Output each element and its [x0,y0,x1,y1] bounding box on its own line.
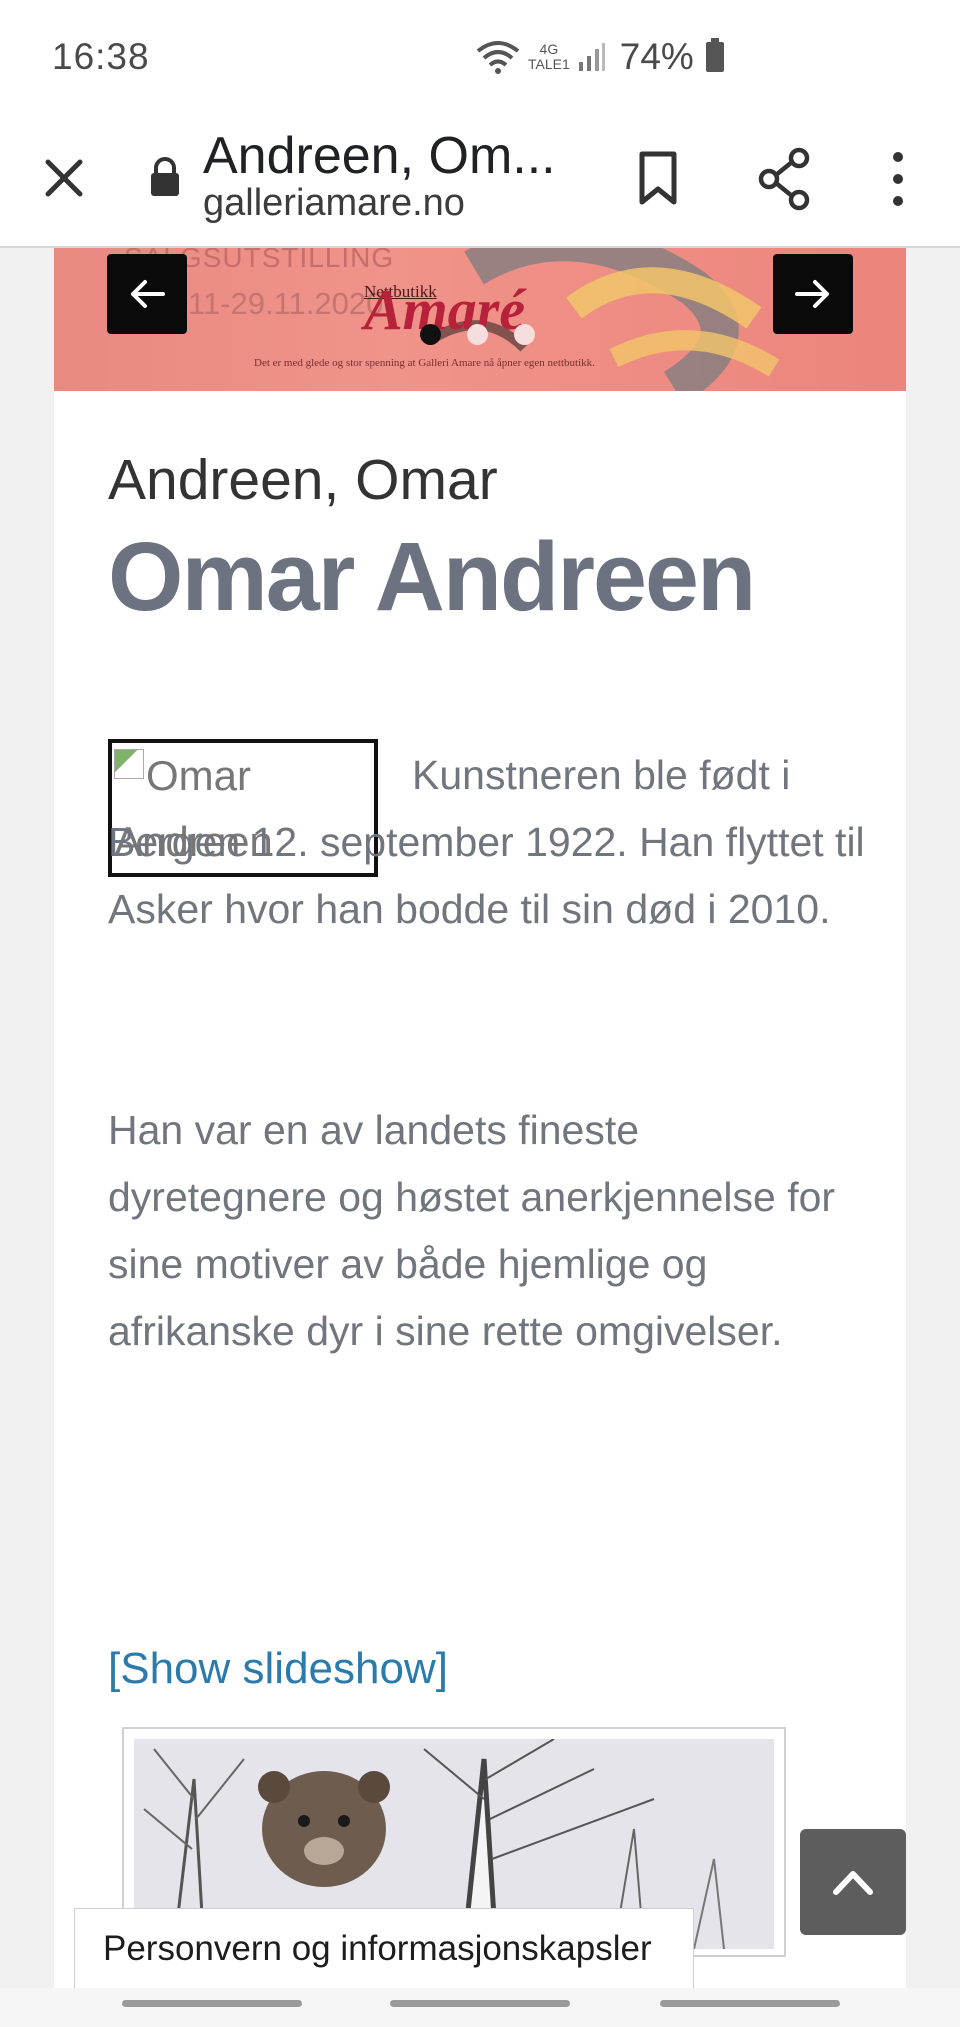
banner-dates: 11-29.11.2020 [188,286,384,321]
article-paragraph: Kunstneren ble født i Bergen 12. septemb… [108,742,868,943]
custom-tab-toolbar: Andreen, Om... galleriamare.no [0,118,960,248]
carrier-label: TALE1 [528,56,570,72]
network-type: 4G TALE1 [528,42,570,72]
carousel-next-button[interactable] [773,254,853,334]
page-url[interactable]: galleriamare.no [203,182,465,225]
banner-tagline: Det er med glede og stor spenning at Gal… [254,357,595,369]
carousel-dots [420,324,535,345]
article-paragraph: Han var en av landets fineste dyretegner… [108,1107,836,1354]
battery-percent: 74% [619,36,694,77]
bookmark-icon[interactable] [628,144,688,214]
chevron-up-icon [833,1871,873,1895]
close-icon[interactable] [34,148,94,208]
article-title: Omar Andreen [108,522,756,631]
web-page: SALGSUTSTILLING 11-29.11.2020 Nettbutikk… [54,248,906,1988]
scroll-to-top-button[interactable] [800,1829,906,1935]
status-indicators: 4G TALE1 74% [476,34,724,80]
nav-recents-button[interactable] [122,2000,302,2007]
article-subtitle: Andreen, Omar [108,448,498,512]
cookie-consent-button[interactable]: Personvern og informasjonskapsler [74,1908,694,1988]
share-icon[interactable] [755,144,815,214]
nav-back-button[interactable] [660,2000,840,2007]
page-title: Andreen, Om... [203,127,556,185]
carousel-dot[interactable] [514,324,535,345]
more-vert-icon[interactable] [870,144,926,214]
nav-home-button[interactable] [390,2000,570,2007]
paragraph-text: Kunstneren ble født i Bergen 12. septemb… [108,752,865,932]
arrow-right-icon [795,280,829,308]
show-slideshow-link[interactable]: [Show slideshow] [108,1644,448,1694]
carousel-dot[interactable] [467,324,488,345]
network-label: 4G [539,41,559,57]
banner-carousel[interactable]: SALGSUTSTILLING 11-29.11.2020 Nettbutikk… [54,248,906,391]
wifi-icon [476,41,520,74]
signal-icon [578,43,605,71]
lock-icon [151,157,179,196]
arrow-left-icon [131,280,165,308]
system-nav-bar [0,1988,960,2027]
battery-icon [705,38,724,72]
carousel-dot[interactable] [420,324,441,345]
status-bar: 16:38 4G TALE1 74% [0,0,960,118]
carousel-prev-button[interactable] [107,254,187,334]
status-time: 16:38 [52,36,150,77]
